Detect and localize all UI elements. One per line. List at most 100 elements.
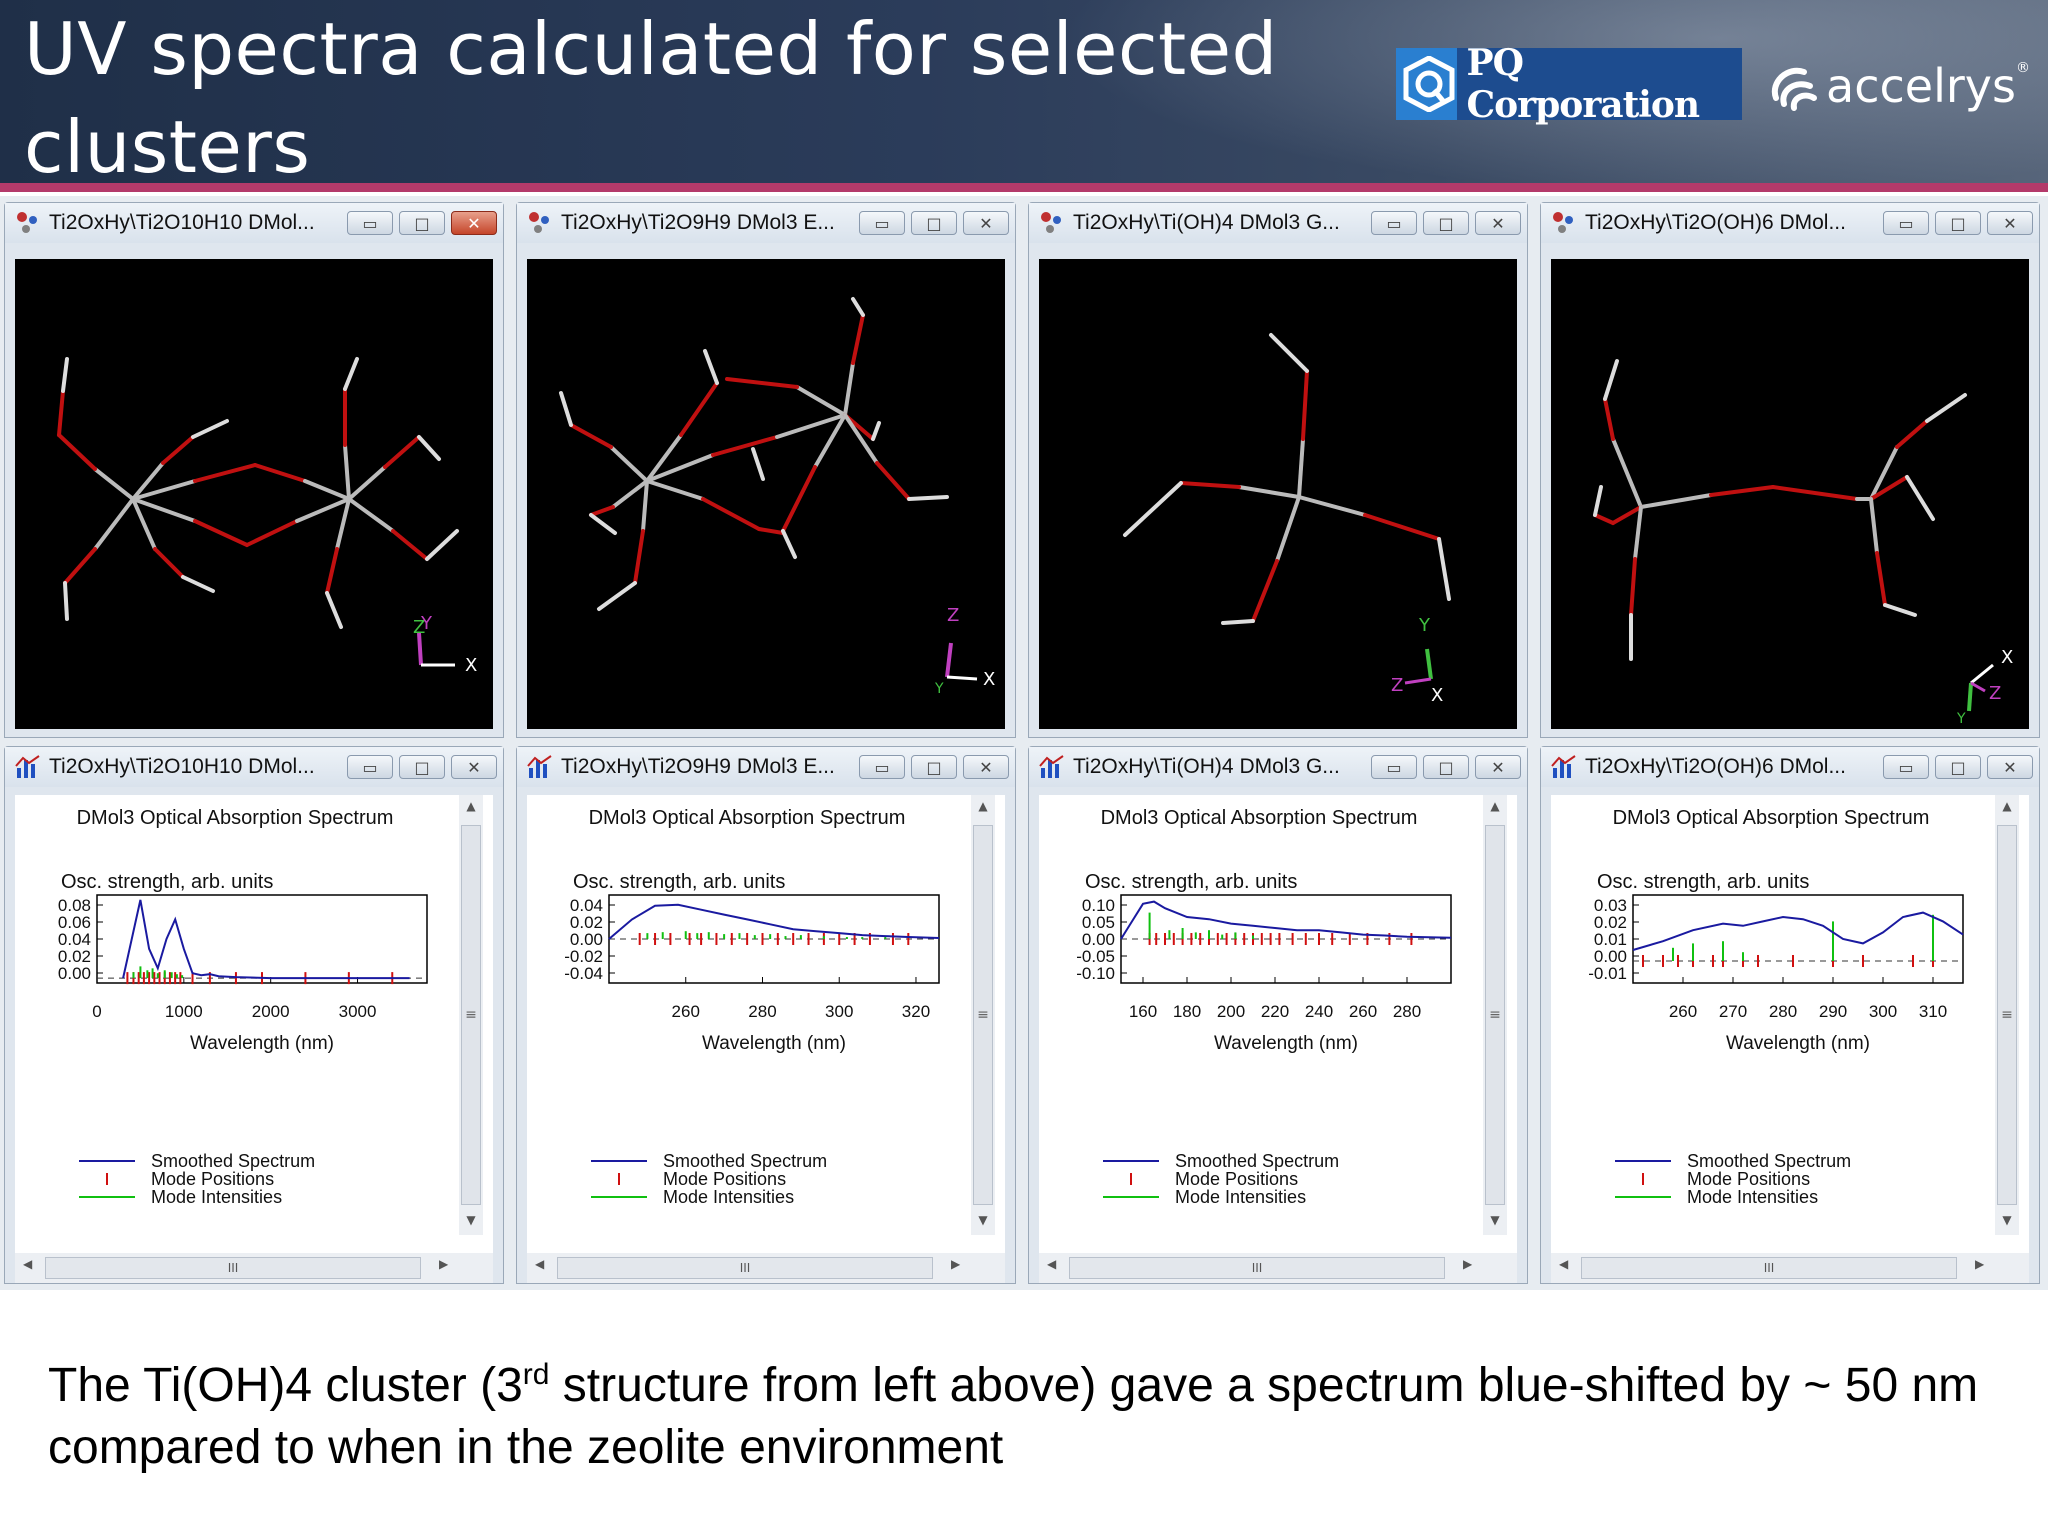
- x-tick-label: 0: [92, 1002, 101, 1021]
- horizontal-scrollbar[interactable]: ◀ III ▶: [1551, 1253, 2029, 1283]
- x-tick-label: 200: [1217, 1002, 1245, 1021]
- minimize-button[interactable]: ▭: [1371, 211, 1417, 235]
- scroll-left-button[interactable]: ◀: [1047, 1257, 1056, 1271]
- structure-window-1[interactable]: Ti2OxHy\Ti2O10H10 DMol... ▭ □ ✕ Z Y X: [4, 202, 504, 738]
- scrollbar-thumb[interactable]: III: [1581, 1257, 1957, 1279]
- scrollbar-thumb[interactable]: ≡: [1485, 825, 1505, 1205]
- scroll-up-button[interactable]: ▲: [459, 799, 483, 813]
- scroll-up-button[interactable]: ▲: [971, 799, 995, 813]
- window-titlebar[interactable]: Ti2OxHy\Ti2O10H10 DMol... ▭ □ ✕: [5, 747, 503, 787]
- spectrum-plot-area[interactable]: DMol3 Optical Absorption Spectrum Osc. st…: [527, 795, 1005, 1253]
- accelrys-swirl-icon: [1771, 67, 1817, 111]
- scroll-down-button[interactable]: ▼: [459, 1213, 483, 1227]
- maximize-button[interactable]: □: [399, 755, 445, 779]
- x-axis-label: Wavelength (nm): [1214, 1033, 1358, 1054]
- scrollbar-thumb[interactable]: III: [45, 1257, 421, 1279]
- window-titlebar[interactable]: Ti2OxHy\Ti2O(OH)6 DMol... ▭ □ ✕: [1541, 747, 2039, 787]
- vertical-scrollbar[interactable]: ▲ ≡ ▼: [1483, 795, 1507, 1235]
- spectrum-plot-area[interactable]: DMol3 Optical Absorption Spectrum Osc. st…: [15, 795, 493, 1253]
- minimize-button[interactable]: ▭: [347, 755, 393, 779]
- horizontal-scrollbar[interactable]: ◀ III ▶: [15, 1253, 493, 1283]
- window-titlebar[interactable]: Ti2OxHy\Ti2O9H9 DMol3 E... ▭ □ ✕: [517, 203, 1015, 243]
- maximize-button[interactable]: □: [911, 211, 957, 235]
- spectrum-plot-area[interactable]: DMol3 Optical Absorption Spectrum Osc. st…: [1551, 795, 2029, 1253]
- scroll-down-button[interactable]: ▼: [971, 1213, 995, 1227]
- scroll-up-button[interactable]: ▲: [1995, 799, 2019, 813]
- scroll-right-button[interactable]: ▶: [1463, 1257, 1472, 1271]
- slide-header: UV spectra calculated for selected clust…: [0, 0, 2048, 183]
- x-tick-label: 280: [1769, 1002, 1797, 1021]
- close-button[interactable]: ✕: [451, 211, 497, 235]
- vertical-scrollbar[interactable]: ▲ ≡ ▼: [1995, 795, 2019, 1235]
- minimize-button[interactable]: ▭: [1883, 211, 1929, 235]
- minimize-button[interactable]: ▭: [859, 211, 905, 235]
- legend-entry: Smoothed Spectrum: [1687, 1151, 1851, 1171]
- close-button[interactable]: ✕: [1475, 211, 1521, 235]
- molecule-viewport[interactable]: Y Z X: [1039, 259, 1517, 729]
- molecule-viewport[interactable]: Z Y X: [15, 259, 493, 729]
- window-title: Ti2OxHy\Ti2O10H10 DMol...: [49, 755, 315, 778]
- window-titlebar[interactable]: Ti2OxHy\Ti2O10H10 DMol... ▭ □ ✕: [5, 203, 503, 243]
- spectrum-window-2[interactable]: Ti2OxHy\Ti2O9H9 DMol3 E... ▭ □ ✕ DMol3 Optic…: [516, 746, 1016, 1284]
- legend-entry: Mode Intensities: [1175, 1187, 1306, 1207]
- scroll-left-button[interactable]: ◀: [535, 1257, 544, 1271]
- close-button[interactable]: ✕: [963, 755, 1009, 779]
- scrollbar-thumb[interactable]: ≡: [973, 825, 993, 1205]
- scrollbar-thumb[interactable]: III: [1069, 1257, 1445, 1279]
- spectrum-plot-area[interactable]: DMol3 Optical Absorption Spectrum Osc. st…: [1039, 795, 1517, 1253]
- vertical-scrollbar[interactable]: ▲ ≡ ▼: [971, 795, 995, 1235]
- window-titlebar[interactable]: Ti2OxHy\Ti(OH)4 DMol3 G... ▭ □ ✕: [1029, 747, 1527, 787]
- slide-title: UV spectra calculated for selected clust…: [24, 7, 1278, 183]
- maximize-button[interactable]: □: [1423, 755, 1469, 779]
- minimize-button[interactable]: ▭: [1371, 755, 1417, 779]
- close-button[interactable]: ✕: [1475, 755, 1521, 779]
- molecule-structure-ti2ooh6: X Z Y: [1593, 359, 2013, 727]
- scrollbar-thumb[interactable]: III: [557, 1257, 933, 1279]
- axis-label-z: Z: [1391, 675, 1403, 696]
- slide-caption: The Ti(OH)4 cluster (3rd structure from …: [48, 1344, 2008, 1479]
- vertical-scrollbar[interactable]: ▲ ≡ ▼: [459, 795, 483, 1235]
- legend-entry: Smoothed Spectrum: [663, 1151, 827, 1171]
- x-tick-label: 260: [1669, 1002, 1697, 1021]
- structure-window-2[interactable]: Ti2OxHy\Ti2O9H9 DMol3 E... ▭ □ ✕ Z Y X: [516, 202, 1016, 738]
- minimize-button[interactable]: ▭: [347, 211, 393, 235]
- scroll-left-button[interactable]: ◀: [1559, 1257, 1568, 1271]
- scroll-right-button[interactable]: ▶: [439, 1257, 448, 1271]
- structure-window-4[interactable]: Ti2OxHy\Ti2O(OH)6 DMol... ▭ □ ✕ X Z Y: [1540, 202, 2040, 738]
- scrollbar-thumb[interactable]: ≡: [1997, 825, 2017, 1205]
- molecule-viewport[interactable]: X Z Y: [1551, 259, 2029, 729]
- close-button[interactable]: ✕: [1987, 755, 2033, 779]
- close-button[interactable]: ✕: [1987, 211, 2033, 235]
- scrollbar-thumb[interactable]: ≡: [461, 825, 481, 1205]
- maximize-button[interactable]: □: [1935, 755, 1981, 779]
- spectrum-window-1[interactable]: Ti2OxHy\Ti2O10H10 DMol... ▭ □ ✕ DMol3 Optica…: [4, 746, 504, 1284]
- window-titlebar[interactable]: Ti2OxHy\Ti(OH)4 DMol3 G... ▭ □ ✕: [1029, 203, 1527, 243]
- scroll-right-button[interactable]: ▶: [951, 1257, 960, 1271]
- molecule-structure-ti2o10h10: Z Y X: [57, 357, 477, 676]
- scroll-left-button[interactable]: ◀: [23, 1257, 32, 1271]
- maximize-button[interactable]: □: [911, 755, 957, 779]
- horizontal-scrollbar[interactable]: ◀ III ▶: [1039, 1253, 1517, 1283]
- spectrum-window-3[interactable]: Ti2OxHy\Ti(OH)4 DMol3 G... ▭ □ ✕ DMol3 Optic…: [1028, 746, 1528, 1284]
- structure-window-3[interactable]: Ti2OxHy\Ti(OH)4 DMol3 G... ▭ □ ✕ Y Z X: [1028, 202, 1528, 738]
- x-tick-label: 240: [1305, 1002, 1333, 1021]
- minimize-button[interactable]: ▭: [859, 755, 905, 779]
- minimize-button[interactable]: ▭: [1883, 755, 1929, 779]
- molecule-icon: [529, 212, 549, 233]
- maximize-button[interactable]: □: [1935, 211, 1981, 235]
- window-titlebar[interactable]: Ti2OxHy\Ti2O(OH)6 DMol... ▭ □ ✕: [1541, 203, 2039, 243]
- maximize-button[interactable]: □: [399, 211, 445, 235]
- scroll-down-button[interactable]: ▼: [1483, 1213, 1507, 1227]
- scroll-down-button[interactable]: ▼: [1995, 1213, 2019, 1227]
- window-titlebar[interactable]: Ti2OxHy\Ti2O9H9 DMol3 E... ▭ □ ✕: [517, 747, 1015, 787]
- maximize-button[interactable]: □: [1423, 211, 1469, 235]
- spectrum-window-4[interactable]: Ti2OxHy\Ti2O(OH)6 DMol... ▭ □ ✕ DMol3 Optica…: [1540, 746, 2040, 1284]
- horizontal-scrollbar[interactable]: ◀ III ▶: [527, 1253, 1005, 1283]
- close-button[interactable]: ✕: [451, 755, 497, 779]
- close-button[interactable]: ✕: [963, 211, 1009, 235]
- window-title: Ti2OxHy\Ti2O(OH)6 DMol...: [1585, 211, 1846, 234]
- scroll-right-button[interactable]: ▶: [1975, 1257, 1984, 1271]
- molecule-viewport[interactable]: Z Y X: [527, 259, 1005, 729]
- scroll-up-button[interactable]: ▲: [1483, 799, 1507, 813]
- plot-frame: [1632, 894, 1964, 984]
